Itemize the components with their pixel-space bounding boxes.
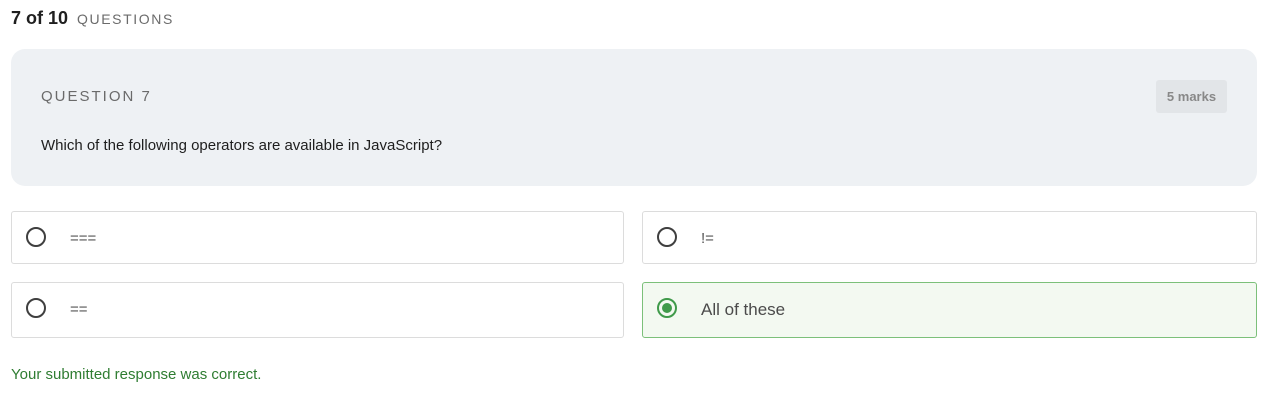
progress-label: QUESTIONS (77, 11, 174, 27)
response-feedback: Your submitted response was correct. (11, 366, 262, 383)
answer-option-2[interactable]: != (642, 211, 1257, 264)
question-label: QUESTION 7 (41, 88, 152, 105)
answer-option-label: == (70, 301, 88, 318)
radio-button[interactable] (26, 227, 46, 247)
answer-option-3[interactable]: == (11, 282, 624, 338)
radio-button[interactable] (26, 298, 46, 318)
answer-option-1[interactable]: === (11, 211, 624, 264)
answer-option-label: All of these (701, 300, 786, 319)
answer-option-label: === (70, 230, 97, 247)
question-card: QUESTION 7 5 marks Which of the followin… (11, 49, 1257, 186)
progress-count: 7 of 10 (11, 8, 69, 28)
answer-option-4[interactable]: All of these (642, 282, 1257, 338)
question-text: Which of the following operators are ava… (41, 137, 443, 154)
marks-badge: 5 marks (1156, 80, 1227, 113)
answer-option-label: != (701, 230, 714, 247)
radio-button-selected[interactable] (657, 298, 677, 318)
radio-button[interactable] (657, 227, 677, 247)
question-progress: 7 of 10 QUESTIONS (11, 8, 174, 30)
